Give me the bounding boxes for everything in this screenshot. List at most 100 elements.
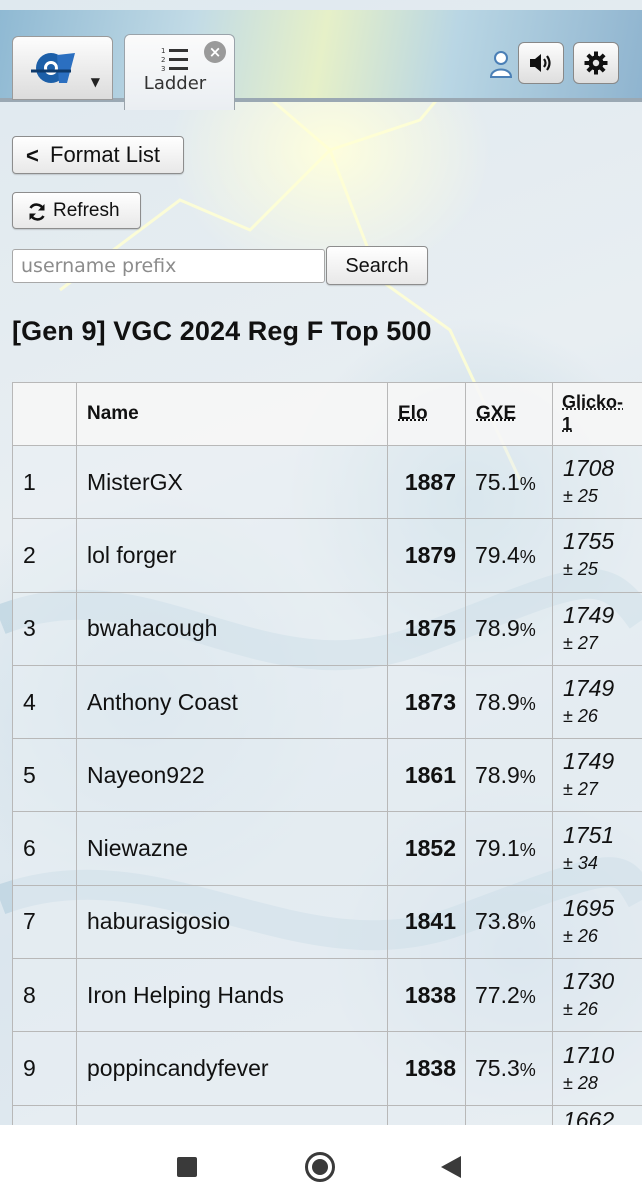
rank-cell: 1 [12,444,77,520]
rank-cell: 8 [12,958,77,1033]
svg-text:1: 1 [161,47,165,55]
elo-cell: 1838 [387,1031,466,1106]
table-row: 3 bwahacough 1875 78.9% 1749 ± 27 [12,591,642,666]
glicko-deviation: ± 27 [563,779,598,800]
gxe-value: 77.2 [475,981,520,1008]
elo-cell: 1887 [387,444,466,520]
refresh-icon [29,203,45,221]
glicko-cell: 1695 ± 26 [552,884,642,960]
table-row: 5 Nayeon922 1861 78.9% 1749 ± 27 [12,738,642,813]
player-name-cell[interactable]: bwahacough [76,591,388,666]
table-row: 9 poppincandyfever 1838 75.3% 1710 ± 28 [12,1031,642,1106]
sound-button[interactable] [518,42,564,84]
player-name-cell[interactable]: MisterGX [76,444,388,520]
player-name-cell[interactable]: Iron Helping Hands [76,958,388,1033]
back-icon[interactable] [441,1156,461,1178]
glicko-header[interactable]: Glicko- 1 [552,382,642,446]
gxe-percent-sign: % [519,840,536,861]
close-icon[interactable]: × [204,41,226,63]
table-row: 7 haburasigosio 1841 73.8% 1695 ± 26 [12,884,642,960]
glicko-deviation: ± 26 [563,706,598,727]
rank-cell: 9 [12,1031,77,1106]
top-header: ▼ 123 Ladder × [0,10,642,110]
player-name-cell[interactable]: Nayeon922 [76,738,388,813]
glicko-deviation: ± 25 [563,486,598,507]
ladder-list-icon: 123 [161,47,188,73]
glicko-deviation: ± 25 [563,559,598,580]
player-name-cell[interactable]: lol forger [76,518,388,593]
format-list-label: Format List [50,142,161,167]
username-search-input[interactable] [12,249,325,283]
glicko-rating: 1710 [563,1041,615,1068]
elo-cell: 1875 [387,591,466,666]
glicko-rating: 1749 [563,601,615,628]
elo-cell: 1852 [387,811,466,886]
glicko-rating: 1708 [563,455,615,482]
table-header-row: Name Elo GXE Glicko- 1 [12,382,642,446]
elo-cell: 1873 [387,664,466,740]
glicko-rating: 1695 [563,894,615,921]
chevron-down-icon: ▼ [90,75,100,89]
gxe-value: 75.3 [475,1055,520,1082]
rank-cell: 6 [12,811,77,886]
glicko-cell: 1749 ± 26 [552,664,642,740]
gxe-percent-sign: % [519,473,536,494]
gxe-value: 78.9 [475,761,520,788]
svg-text:3: 3 [161,65,165,73]
glicko-cell: 1749 ± 27 [552,591,642,666]
name-header: Name [76,382,388,446]
elo-cell: 1861 [387,738,466,813]
glicko-rating: 1751 [563,821,615,848]
table-row: 2 lol forger 1879 79.4% 1755 ± 25 [12,518,642,593]
player-name-cell[interactable]: Anthony Coast [76,664,388,740]
table-row: 6 Niewazne 1852 79.1% 1751 ± 34 [12,811,642,886]
recents-icon[interactable] [177,1157,197,1177]
player-name-cell[interactable]: poppincandyfever [76,1031,388,1106]
rank-cell: 2 [12,518,77,593]
gxe-value: 79.4 [475,541,520,568]
gxe-header[interactable]: GXE [465,382,553,446]
glicko-rating: 1749 [563,748,615,775]
tab-ladder[interactable]: 123 Ladder × [124,34,235,110]
gxe-percent-sign: % [519,693,536,714]
elo-cell: 1838 [387,958,466,1033]
glicko-rating: 1730 [563,968,615,995]
user-icon[interactable] [489,50,513,78]
gear-icon [584,51,608,75]
search-button[interactable]: Search [326,246,428,285]
gxe-value: 78.9 [475,615,520,642]
player-name-cell[interactable]: Niewazne [76,811,388,886]
glicko-cell: 1751 ± 34 [552,811,642,886]
home-icon[interactable] [305,1152,335,1182]
tab-label: Ladder [143,73,207,94]
glicko-deviation: ± 26 [563,925,598,946]
gxe-percent-sign: % [519,986,536,1007]
rank-cell: 5 [12,738,77,813]
gxe-cell: 79.4% [465,518,553,593]
volume-icon [530,54,551,72]
gxe-cell: 78.9% [465,591,553,666]
refresh-button[interactable]: Refresh [12,192,141,229]
settings-button[interactable] [573,42,619,84]
gxe-percent-sign: % [519,913,536,934]
rank-header [12,382,77,446]
gxe-cell: 77.2% [465,958,553,1033]
main-menu-button[interactable]: ▼ [12,36,113,100]
gxe-percent-sign: % [519,766,536,787]
ladder-rows: 1 MisterGX 1887 75.1% 1708 ± 25 2 lol forger 187… [12,444,642,1135]
elo-cell: 1841 [387,884,466,960]
glicko-cell: 1755 ± 25 [552,518,642,593]
glicko-deviation: ± 34 [563,852,598,873]
gxe-value: 78.9 [475,688,520,715]
glicko-cell: 1749 ± 27 [552,738,642,813]
gxe-percent-sign: % [519,546,536,567]
gxe-percent-sign: % [519,1060,536,1081]
elo-header[interactable]: Elo [387,382,466,446]
glicko-deviation: ± 28 [563,1072,598,1093]
glicko-cell: 1710 ± 28 [552,1031,642,1106]
player-name-cell[interactable]: haburasigosio [76,884,388,960]
format-list-button[interactable]: < Format List [12,136,184,174]
glicko-deviation: ± 27 [563,632,598,653]
page-title: [Gen 9] VGC 2024 Reg F Top 500 [12,316,432,346]
gxe-cell: 75.1% [465,444,553,520]
